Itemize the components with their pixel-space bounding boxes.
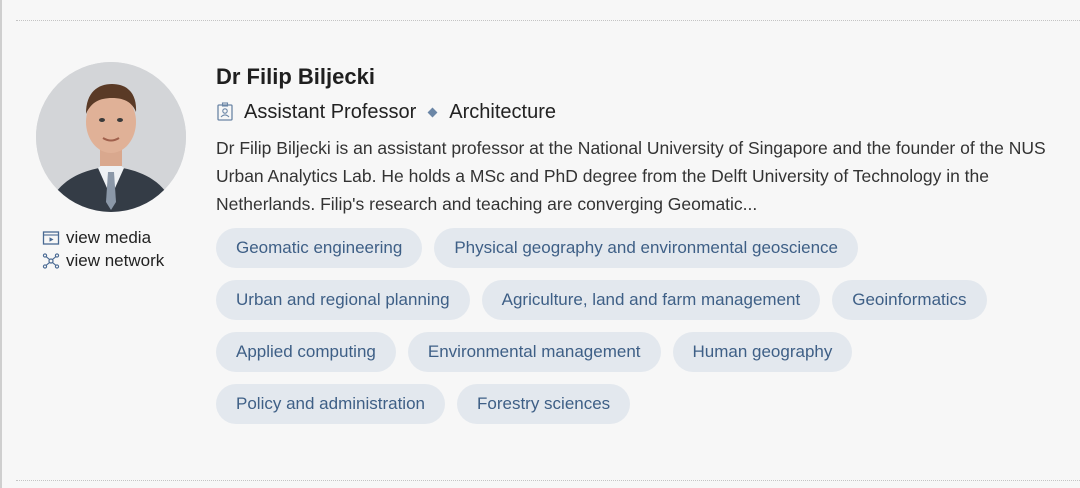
view-network-label: view network [66,251,165,270]
role-title: Assistant Professor [244,101,417,123]
view-media-label: view media [66,228,152,247]
left-border [0,0,2,488]
id-badge-icon [216,102,234,122]
separator-diamond [427,107,438,117]
tag-chip[interactable]: Environmental management [407,332,661,372]
profile-name[interactable]: Dr Filip Biljecki [216,62,1066,92]
tag-chip[interactable]: Policy and administration [216,384,445,424]
bio-text: Dr Filip Biljecki is an assistant profes… [216,138,1046,214]
department: Architecture [449,101,557,123]
divider-bottom [16,480,1080,481]
media-play-icon [42,229,60,247]
tag-chip[interactable]: Geomatic engineering [216,228,423,268]
profile-sidebar: view media view network [36,62,188,272]
tag-row-4: Policy and administration Forestry scien… [216,384,1066,424]
view-media-link[interactable]: view media [42,226,188,249]
tag-row-2: Urban and regional planning Agriculture,… [216,280,1066,320]
tag-list: Geomatic engineering Physical geography … [216,228,1066,424]
network-icon [42,252,60,270]
tag-chip[interactable]: Urban and regional planning [216,280,470,320]
tag-row-1: Geomatic engineering Physical geography … [216,228,1066,268]
tag-chip[interactable]: Forestry sciences [456,384,631,424]
tag-chip[interactable]: Agriculture, land and farm management [481,280,821,320]
view-network-link[interactable]: view network [42,249,188,272]
avatar[interactable] [36,62,186,212]
side-links: view media view network [42,226,188,272]
tag-chip[interactable]: Geoinformatics [832,280,987,320]
divider-top [16,20,1080,21]
tag-row-3: Applied computing Environmental manageme… [216,332,1066,372]
tag-chip[interactable]: Applied computing [216,332,396,372]
profile-main: Dr Filip Biljecki Assistant Professor Ar… [216,62,1066,436]
role-row: Assistant Professor Architecture [216,98,1066,126]
tag-chip[interactable]: Physical geography and environmental geo… [434,228,859,268]
tag-chip[interactable]: Human geography [672,332,853,372]
